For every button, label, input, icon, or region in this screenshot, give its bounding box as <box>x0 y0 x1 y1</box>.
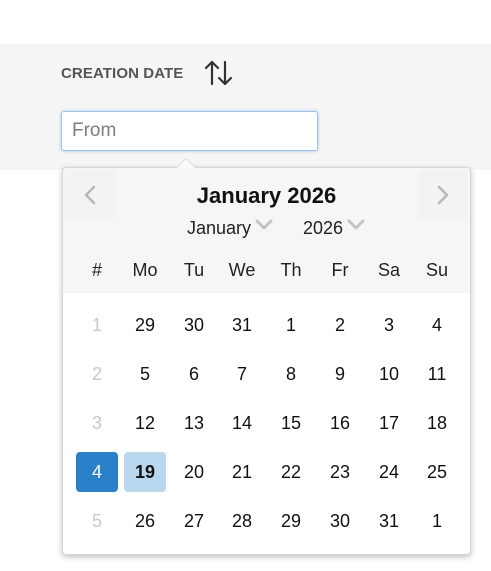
day-cell[interactable]: 22 <box>270 452 312 492</box>
day-cell[interactable]: 31 <box>221 305 263 345</box>
weekday-header: Fr <box>331 260 349 280</box>
weekday-header-row: # Mo Tu We Th Fr Sa Su <box>63 256 470 286</box>
weekday-header: Th <box>280 260 302 280</box>
year-select[interactable]: 2026 <box>303 215 365 241</box>
day-cell[interactable]: 23 <box>319 452 361 492</box>
day-cell[interactable]: 7 <box>221 354 263 394</box>
popup-pointer-inner <box>177 159 195 168</box>
date-from-input[interactable] <box>61 111 318 151</box>
creation-date-label: CREATION DATE <box>61 65 184 82</box>
day-cell[interactable]: 25 <box>416 452 458 492</box>
day-cell[interactable]: 10 <box>368 354 410 394</box>
day-cell[interactable]: 2 <box>319 305 361 345</box>
day-cell[interactable]: 30 <box>173 305 215 345</box>
day-cell[interactable]: 20 <box>173 452 215 492</box>
week-number-header: # <box>91 260 102 280</box>
chevron-down-icon <box>255 219 273 230</box>
filter-panel <box>0 44 491 170</box>
day-cell[interactable]: 18 <box>416 403 458 443</box>
day-cell[interactable]: 29 <box>124 305 166 345</box>
weekday-header: We <box>228 260 256 280</box>
year-select-value: 2026 <box>303 217 344 238</box>
day-cell[interactable]: 5 <box>124 354 166 394</box>
day-cell[interactable]: 1 <box>416 501 458 541</box>
day-cell[interactable]: 26 <box>124 501 166 541</box>
day-cell[interactable]: 1 <box>270 305 312 345</box>
day-cell[interactable]: 16 <box>319 403 361 443</box>
day-cell[interactable]: 11 <box>416 354 458 394</box>
weekday-header: Sa <box>377 260 401 280</box>
day-cell[interactable]: 17 <box>368 403 410 443</box>
weekday-header: Tu <box>183 260 205 280</box>
week-number[interactable]: 3 <box>76 403 118 443</box>
day-cell[interactable]: 6 <box>173 354 215 394</box>
week-number[interactable]: 1 <box>76 305 118 345</box>
weekday-header: Mo <box>132 260 158 280</box>
week-number[interactable]: 4 <box>76 452 118 492</box>
weekday-header: Su <box>425 260 449 280</box>
day-cell[interactable]: 21 <box>221 452 263 492</box>
day-cell[interactable]: 4 <box>416 305 458 345</box>
day-cell[interactable]: 31 <box>368 501 410 541</box>
chevron-down-icon <box>347 219 365 230</box>
month-select-value: January <box>187 217 252 238</box>
month-year-title: January 2026 <box>196 183 337 208</box>
selected-day-cell[interactable]: 19 <box>124 452 166 492</box>
day-cell[interactable]: 14 <box>221 403 263 443</box>
week-number[interactable]: 5 <box>76 501 118 541</box>
day-cell[interactable]: 9 <box>319 354 361 394</box>
day-cell[interactable]: 8 <box>270 354 312 394</box>
day-cell[interactable]: 15 <box>270 403 312 443</box>
day-cell[interactable]: 13 <box>173 403 215 443</box>
day-cell[interactable]: 30 <box>319 501 361 541</box>
month-select[interactable]: January <box>187 215 273 241</box>
day-cell[interactable]: 3 <box>368 305 410 345</box>
sort-icon[interactable] <box>204 58 234 88</box>
day-cell[interactable]: 24 <box>368 452 410 492</box>
day-cell[interactable]: 28 <box>221 501 263 541</box>
week-number[interactable]: 2 <box>76 354 118 394</box>
day-cell[interactable]: 29 <box>270 501 312 541</box>
day-cell[interactable]: 12 <box>124 403 166 443</box>
datepicker-popup: January 2026 January 2026 # Mo Tu We Th Fr Sa S… <box>62 158 471 555</box>
day-cell[interactable]: 27 <box>173 501 215 541</box>
